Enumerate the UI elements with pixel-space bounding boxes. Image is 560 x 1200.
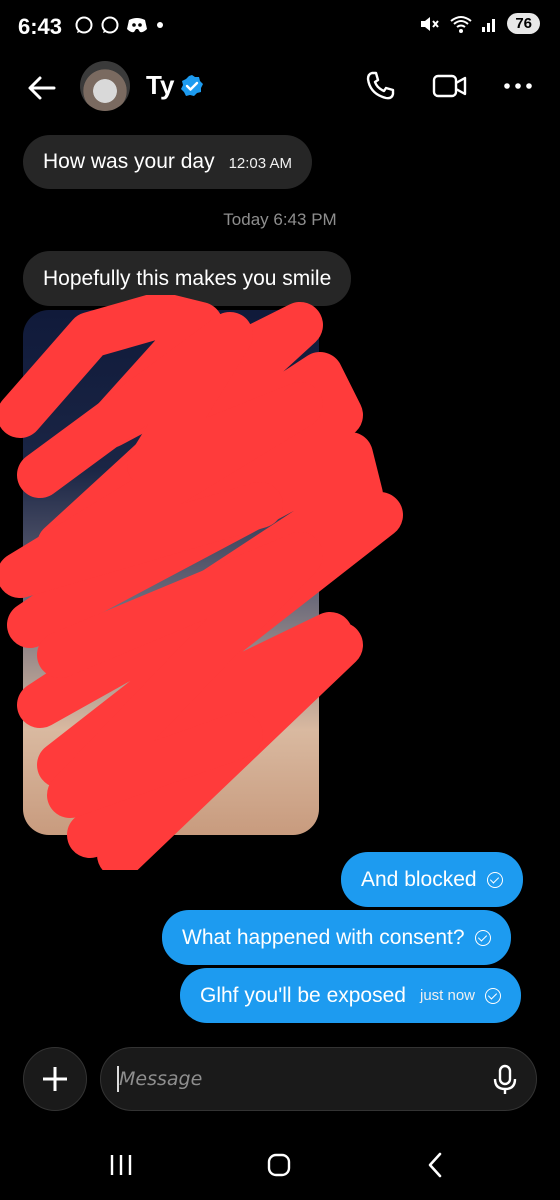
recent-apps-icon[interactable] [108, 1152, 134, 1178]
message-text: And blocked [361, 867, 477, 891]
video-call-icon[interactable] [432, 71, 468, 101]
sent-message[interactable]: And blocked [341, 852, 523, 907]
verified-badge-icon [181, 75, 203, 96]
back-arrow-icon[interactable] [24, 70, 60, 106]
wifi-icon [450, 15, 472, 33]
sent-message[interactable]: What happened with consent? [162, 910, 511, 965]
sent-message[interactable]: Glhf you'll be exposed just now [180, 968, 522, 1023]
status-time: 6:43 [18, 14, 63, 39]
read-check-icon [485, 987, 502, 1004]
read-check-icon [474, 929, 491, 946]
message-text: How was your day [43, 150, 215, 173]
message-text: Hopefully this makes you smile [43, 267, 332, 290]
signal-icon [482, 18, 496, 32]
battery-icon: 76 [507, 13, 540, 34]
contact-name[interactable]: Ty [146, 70, 174, 101]
chat-bubble-icon [75, 16, 93, 34]
status-bar: 6:43 76 [0, 0, 560, 52]
phone-call-icon[interactable] [364, 70, 396, 102]
message-input[interactable] [100, 1047, 537, 1111]
add-attachment-button[interactable] [23, 1047, 87, 1111]
redaction-scribble [0, 295, 403, 870]
chat-header: Ty [0, 52, 560, 122]
date-divider: Today 6:43 PM [223, 210, 337, 229]
avatar[interactable] [80, 61, 130, 111]
discord-icon [127, 18, 147, 33]
message-timestamp: 12:03 AM [228, 155, 292, 172]
message-text: What happened with consent? [182, 925, 465, 949]
system-navigation-bar [0, 1130, 560, 1200]
home-icon[interactable] [266, 1152, 292, 1178]
chat-bubble-icon [101, 16, 119, 34]
dot-icon [157, 22, 163, 28]
message-text: Glhf you'll be exposed [200, 983, 406, 1007]
read-check-icon [486, 871, 503, 888]
more-options-icon[interactable] [502, 76, 534, 96]
text-cursor [117, 1066, 119, 1092]
message-timestamp: just now [419, 986, 476, 1004]
nav-back-icon[interactable] [425, 1150, 445, 1180]
received-message[interactable]: How was your day 12:03 AM [23, 135, 312, 189]
microphone-icon[interactable] [490, 1064, 520, 1096]
mute-icon [421, 16, 440, 31]
